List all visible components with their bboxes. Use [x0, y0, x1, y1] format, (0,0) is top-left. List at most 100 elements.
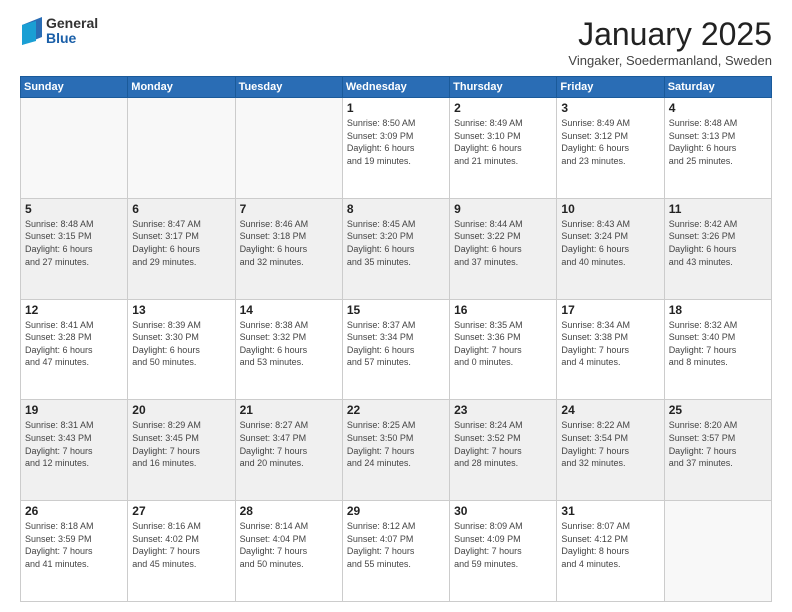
day-number: 28 — [240, 504, 338, 518]
week-row-4: 19 Sunrise: 8:31 AM Sunset: 3:43 PM Dayli… — [21, 400, 772, 501]
day-info: Sunrise: 8:16 AM Sunset: 4:02 PM Dayligh… — [132, 520, 230, 570]
day-info: Sunrise: 8:22 AM Sunset: 3:54 PM Dayligh… — [561, 419, 659, 469]
header-sunday: Sunday — [21, 77, 128, 98]
day-info: Sunrise: 8:45 AM Sunset: 3:20 PM Dayligh… — [347, 218, 445, 268]
day-info: Sunrise: 8:42 AM Sunset: 3:26 PM Dayligh… — [669, 218, 767, 268]
day-number: 9 — [454, 202, 552, 216]
day-cell-w5-d6: 31 Sunrise: 8:07 AM Sunset: 4:12 PM Dayli… — [557, 501, 664, 602]
day-cell-w3-d4: 15Sunrise: 8:37 AM Sunset: 3:34 PM Dayli… — [342, 299, 449, 400]
day-cell-w5-d1: 26 Sunrise: 8:18 AM Sunset: 3:59 PM Dayli… — [21, 501, 128, 602]
day-number: 17 — [561, 303, 659, 317]
day-info: Sunrise: 8:31 AM Sunset: 3:43 PM Dayligh… — [25, 419, 123, 469]
day-number: 13 — [132, 303, 230, 317]
title-section: January 2025 Vingaker, Soedermanland, Sw… — [568, 16, 772, 68]
day-cell-w5-d7 — [664, 501, 771, 602]
day-info: Sunrise: 8:48 AM Sunset: 3:15 PM Dayligh… — [25, 218, 123, 268]
day-cell-w2-d7: 11Sunrise: 8:42 AM Sunset: 3:26 PM Dayli… — [664, 198, 771, 299]
day-info: Sunrise: 8:27 AM Sunset: 3:47 PM Dayligh… — [240, 419, 338, 469]
logo-icon — [22, 17, 42, 45]
day-cell-w5-d3: 28 Sunrise: 8:14 AM Sunset: 4:04 PM Dayli… — [235, 501, 342, 602]
week-row-1: 1Sunrise: 8:50 AM Sunset: 3:09 PM Daylig… — [21, 98, 772, 199]
day-number: 20 — [132, 403, 230, 417]
day-info: Sunrise: 8:35 AM Sunset: 3:36 PM Dayligh… — [454, 319, 552, 369]
day-cell-w1-d4: 1Sunrise: 8:50 AM Sunset: 3:09 PM Daylig… — [342, 98, 449, 199]
day-cell-w2-d1: 5 Sunrise: 8:48 AM Sunset: 3:15 PM Daylig… — [21, 198, 128, 299]
week-row-3: 12 Sunrise: 8:41 AM Sunset: 3:28 PM Dayli… — [21, 299, 772, 400]
page: General Blue January 2025 Vingaker, Soed… — [0, 0, 792, 612]
day-info: Sunrise: 8:37 AM Sunset: 3:34 PM Dayligh… — [347, 319, 445, 369]
day-cell-w3-d7: 18 Sunrise: 8:32 AM Sunset: 3:40 PM Dayli… — [664, 299, 771, 400]
day-number: 8 — [347, 202, 445, 216]
day-number: 16 — [454, 303, 552, 317]
day-number: 21 — [240, 403, 338, 417]
day-info: Sunrise: 8:24 AM Sunset: 3:52 PM Dayligh… — [454, 419, 552, 469]
day-number: 3 — [561, 101, 659, 115]
day-info: Sunrise: 8:39 AM Sunset: 3:30 PM Dayligh… — [132, 319, 230, 369]
day-info: Sunrise: 8:18 AM Sunset: 3:59 PM Dayligh… — [25, 520, 123, 570]
day-cell-w4-d2: 20Sunrise: 8:29 AM Sunset: 3:45 PM Dayli… — [128, 400, 235, 501]
day-cell-w3-d6: 17 Sunrise: 8:34 AM Sunset: 3:38 PM Dayli… — [557, 299, 664, 400]
day-cell-w3-d1: 12 Sunrise: 8:41 AM Sunset: 3:28 PM Dayli… — [21, 299, 128, 400]
day-number: 12 — [25, 303, 123, 317]
day-number: 4 — [669, 101, 767, 115]
calendar-table: Sunday Monday Tuesday Wednesday Thursday… — [20, 76, 772, 602]
day-number: 24 — [561, 403, 659, 417]
day-info: Sunrise: 8:34 AM Sunset: 3:38 PM Dayligh… — [561, 319, 659, 369]
day-info: Sunrise: 8:12 AM Sunset: 4:07 PM Dayligh… — [347, 520, 445, 570]
day-cell-w4-d6: 24 Sunrise: 8:22 AM Sunset: 3:54 PM Dayli… — [557, 400, 664, 501]
day-number: 26 — [25, 504, 123, 518]
day-cell-w5-d2: 27 Sunrise: 8:16 AM Sunset: 4:02 PM Dayli… — [128, 501, 235, 602]
day-info: Sunrise: 8:44 AM Sunset: 3:22 PM Dayligh… — [454, 218, 552, 268]
day-info: Sunrise: 8:38 AM Sunset: 3:32 PM Dayligh… — [240, 319, 338, 369]
day-number: 2 — [454, 101, 552, 115]
logo-general-text: General — [46, 16, 98, 31]
day-info: Sunrise: 8:32 AM Sunset: 3:40 PM Dayligh… — [669, 319, 767, 369]
day-cell-w1-d3 — [235, 98, 342, 199]
day-info: Sunrise: 8:07 AM Sunset: 4:12 PM Dayligh… — [561, 520, 659, 570]
day-cell-w2-d6: 10Sunrise: 8:43 AM Sunset: 3:24 PM Dayli… — [557, 198, 664, 299]
day-cell-w4-d1: 19 Sunrise: 8:31 AM Sunset: 3:43 PM Dayli… — [21, 400, 128, 501]
day-info: Sunrise: 8:25 AM Sunset: 3:50 PM Dayligh… — [347, 419, 445, 469]
header: General Blue January 2025 Vingaker, Soed… — [20, 16, 772, 68]
day-info: Sunrise: 8:41 AM Sunset: 3:28 PM Dayligh… — [25, 319, 123, 369]
day-cell-w4-d4: 22 Sunrise: 8:25 AM Sunset: 3:50 PM Dayli… — [342, 400, 449, 501]
day-cell-w5-d5: 30Sunrise: 8:09 AM Sunset: 4:09 PM Dayli… — [450, 501, 557, 602]
day-info: Sunrise: 8:14 AM Sunset: 4:04 PM Dayligh… — [240, 520, 338, 570]
day-info: Sunrise: 8:20 AM Sunset: 3:57 PM Dayligh… — [669, 419, 767, 469]
day-cell-w4-d3: 21 Sunrise: 8:27 AM Sunset: 3:47 PM Dayli… — [235, 400, 342, 501]
day-cell-w5-d4: 29 Sunrise: 8:12 AM Sunset: 4:07 PM Dayli… — [342, 501, 449, 602]
day-number: 14 — [240, 303, 338, 317]
weekday-header-row: Sunday Monday Tuesday Wednesday Thursday… — [21, 77, 772, 98]
day-number: 18 — [669, 303, 767, 317]
day-cell-w3-d3: 14 Sunrise: 8:38 AM Sunset: 3:32 PM Dayli… — [235, 299, 342, 400]
day-cell-w1-d7: 4Sunrise: 8:48 AM Sunset: 3:13 PM Daylig… — [664, 98, 771, 199]
day-number: 29 — [347, 504, 445, 518]
logo: General Blue — [20, 16, 98, 47]
week-row-5: 26 Sunrise: 8:18 AM Sunset: 3:59 PM Dayli… — [21, 501, 772, 602]
day-number: 7 — [240, 202, 338, 216]
day-cell-w1-d1 — [21, 98, 128, 199]
header-wednesday: Wednesday — [342, 77, 449, 98]
day-number: 31 — [561, 504, 659, 518]
location: Vingaker, Soedermanland, Sweden — [568, 53, 772, 68]
header-tuesday: Tuesday — [235, 77, 342, 98]
day-number: 22 — [347, 403, 445, 417]
day-number: 27 — [132, 504, 230, 518]
day-cell-w2-d5: 9 Sunrise: 8:44 AM Sunset: 3:22 PM Daylig… — [450, 198, 557, 299]
day-number: 5 — [25, 202, 123, 216]
day-number: 1 — [347, 101, 445, 115]
day-number: 6 — [132, 202, 230, 216]
day-cell-w4-d5: 23Sunrise: 8:24 AM Sunset: 3:52 PM Dayli… — [450, 400, 557, 501]
logo-text: General Blue — [46, 16, 98, 47]
day-number: 25 — [669, 403, 767, 417]
logo-blue-text: Blue — [46, 31, 98, 46]
day-info: Sunrise: 8:47 AM Sunset: 3:17 PM Dayligh… — [132, 218, 230, 268]
day-cell-w1-d6: 3Sunrise: 8:49 AM Sunset: 3:12 PM Daylig… — [557, 98, 664, 199]
day-info: Sunrise: 8:49 AM Sunset: 3:10 PM Dayligh… — [454, 117, 552, 167]
header-thursday: Thursday — [450, 77, 557, 98]
day-number: 19 — [25, 403, 123, 417]
week-row-2: 5 Sunrise: 8:48 AM Sunset: 3:15 PM Daylig… — [21, 198, 772, 299]
day-info: Sunrise: 8:43 AM Sunset: 3:24 PM Dayligh… — [561, 218, 659, 268]
header-monday: Monday — [128, 77, 235, 98]
day-cell-w3-d2: 13 Sunrise: 8:39 AM Sunset: 3:30 PM Dayli… — [128, 299, 235, 400]
